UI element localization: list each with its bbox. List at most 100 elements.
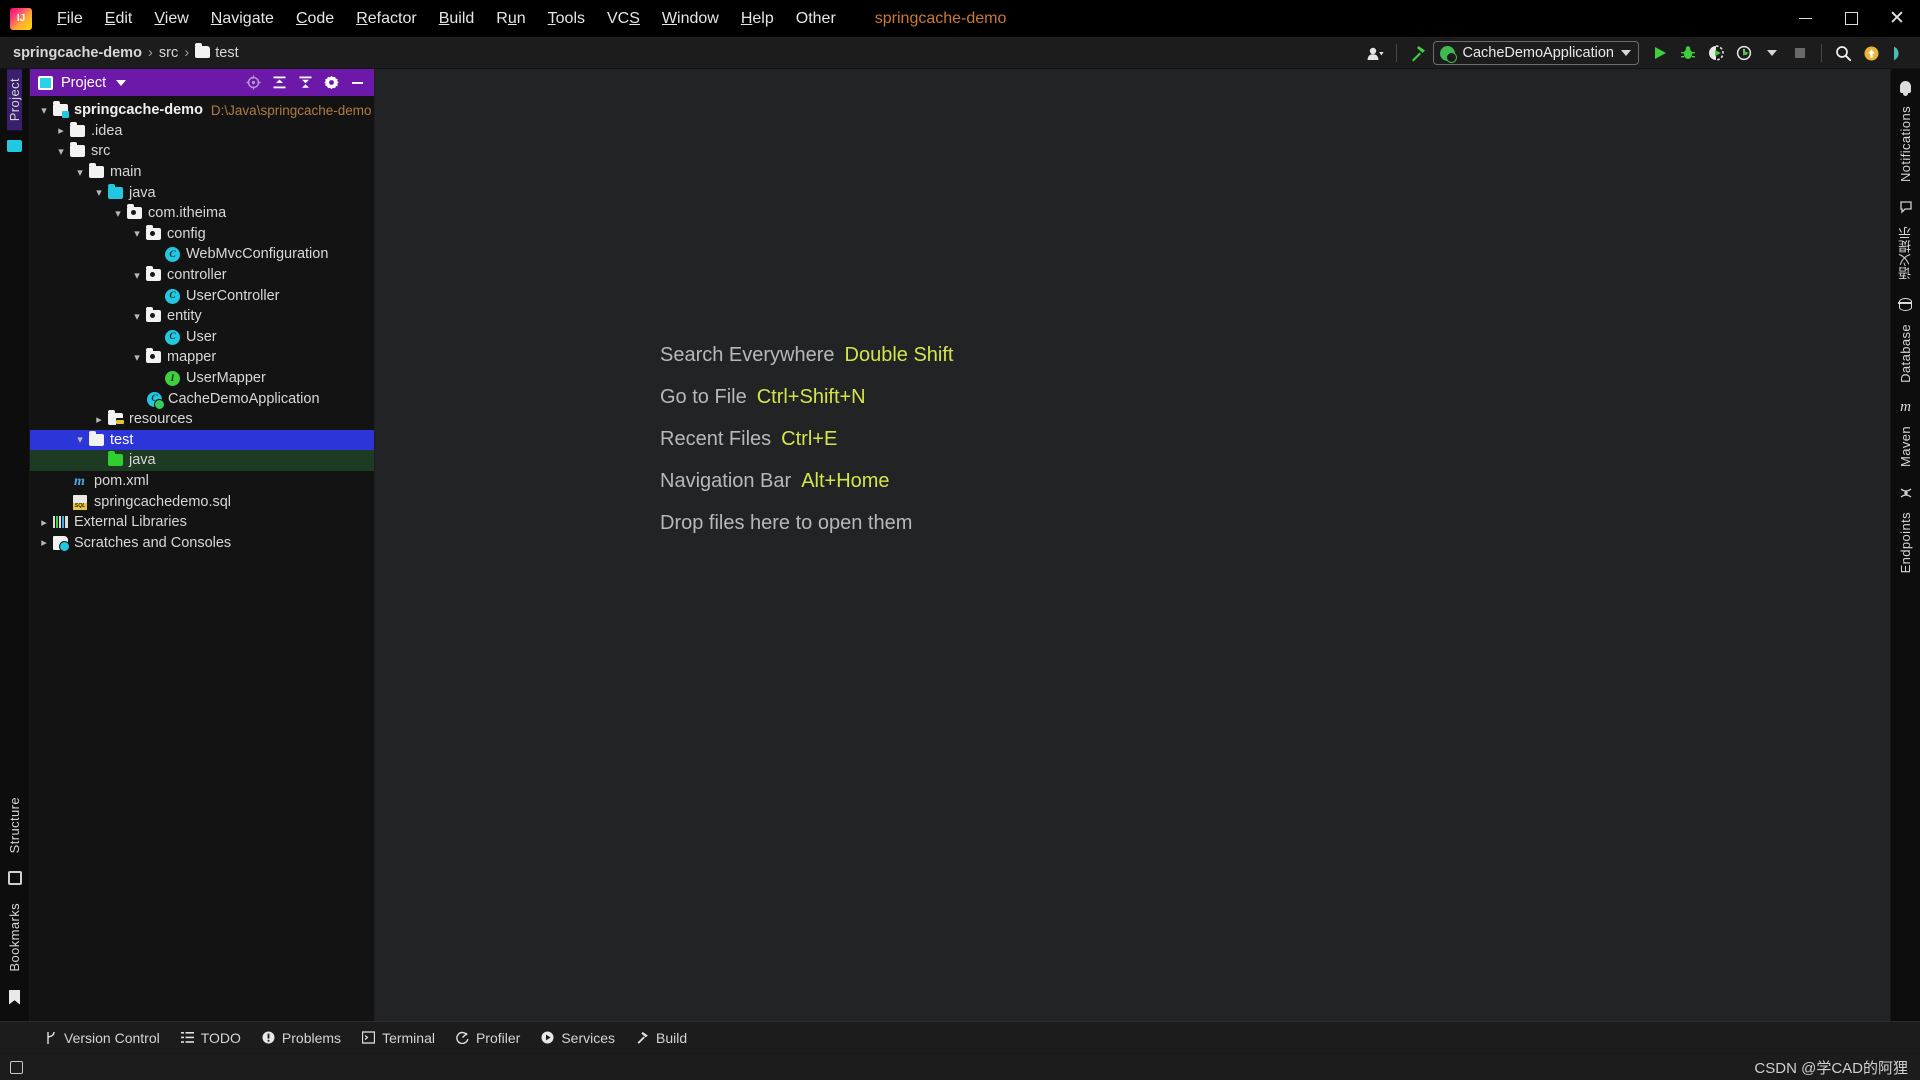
project-folder-icon[interactable] — [4, 135, 26, 157]
tree-row-idea[interactable]: ▸ .idea — [30, 121, 374, 142]
tree-row-resources[interactable]: ▸ resources — [30, 409, 374, 430]
bottom-tab-todo[interactable]: TODO — [171, 1027, 250, 1049]
chevron-down-icon[interactable]: ▾ — [53, 143, 69, 159]
run-with-coverage-button[interactable] — [1703, 40, 1729, 66]
collapse-all-button[interactable] — [294, 72, 316, 94]
menu-help[interactable]: Help — [730, 6, 785, 32]
chevron-down-icon[interactable] — [116, 80, 126, 86]
bottom-tab-services[interactable]: Services — [531, 1027, 624, 1049]
tree-row-class-user[interactable]: C User — [30, 327, 374, 348]
right-tab-endpoints[interactable]: Endpoints — [1895, 483, 1917, 582]
tree-row-package-mapper[interactable]: ▾ mapper — [30, 347, 374, 368]
menu-edit[interactable]: Edit — [94, 6, 144, 32]
chevron-down-icon[interactable]: ▾ — [129, 226, 145, 242]
tree-row-main[interactable]: ▾ main — [30, 162, 374, 183]
java-class-icon: C — [164, 246, 181, 262]
layout-toggle-icon[interactable] — [10, 1061, 23, 1074]
menu-refactor[interactable]: Refactor — [345, 6, 427, 32]
menu-vcs[interactable]: VCS — [596, 6, 651, 32]
settings-button[interactable] — [320, 72, 342, 94]
sidebar-tab-bookmarks[interactable]: Bookmarks — [7, 894, 22, 981]
tree-label: com.itheima — [148, 203, 226, 223]
menu-build[interactable]: Build — [428, 6, 486, 32]
bottom-tab-problems[interactable]: Problems — [252, 1027, 350, 1049]
menu-file[interactable]: File — [46, 6, 94, 32]
tree-row-package-config[interactable]: ▾ config — [30, 224, 374, 245]
hide-panel-button[interactable] — [346, 72, 368, 94]
expand-all-button[interactable] — [268, 72, 290, 94]
chevron-down-icon[interactable]: ▾ — [36, 102, 52, 118]
bottom-tab-build[interactable]: Build — [626, 1027, 696, 1049]
tree-row-class-webmvcconfiguration[interactable]: C WebMvcConfiguration — [30, 244, 374, 265]
tree-row-test-java[interactable]: java — [30, 450, 374, 471]
tree-row-external-libraries[interactable]: ▸ External Libraries — [30, 512, 374, 533]
tree-row-pom-xml[interactable]: m pom.xml — [30, 471, 374, 492]
chevron-down-icon[interactable]: ▾ — [110, 205, 126, 221]
menu-other[interactable]: Other — [785, 6, 847, 32]
breadcrumb-project[interactable]: springcache-demo — [10, 44, 145, 62]
menu-run[interactable]: Run — [485, 6, 536, 32]
bottom-tab-version-control[interactable]: Version Control — [34, 1027, 169, 1049]
chevron-right-icon[interactable]: ▸ — [53, 123, 69, 139]
build-project-button[interactable] — [1405, 40, 1431, 66]
editor-area[interactable]: Search EverywhereDouble Shift Go to File… — [375, 69, 1890, 1021]
chevron-down-icon[interactable]: ▾ — [91, 185, 107, 201]
profiler-dropdown-button[interactable] — [1759, 40, 1785, 66]
right-tab-notifications[interactable]: Notifications — [1895, 77, 1917, 191]
chevron-down-icon[interactable]: ▾ — [129, 308, 145, 324]
bottom-tab-profiler[interactable]: Profiler — [446, 1027, 529, 1049]
chevron-down-icon[interactable]: ▾ — [129, 267, 145, 283]
menu-tools[interactable]: Tools — [537, 6, 596, 32]
close-button[interactable]: ✕ — [1874, 0, 1920, 37]
window-title: springcache-demo — [875, 10, 1007, 28]
select-opened-file-button[interactable] — [242, 72, 264, 94]
tree-row-interface-usermapper[interactable]: I UserMapper — [30, 368, 374, 389]
maximize-button[interactable] — [1828, 0, 1874, 37]
chevron-down-icon[interactable]: ▾ — [72, 164, 88, 180]
tree-row-main-java[interactable]: ▾ java — [30, 182, 374, 203]
bottom-tab-terminal[interactable]: Terminal — [352, 1027, 444, 1049]
tree-row-test[interactable]: ▾ test — [30, 430, 374, 451]
right-tab-semantic-hint[interactable]: 语义提示 — [1895, 197, 1917, 289]
sidebar-tab-structure[interactable]: Structure — [7, 788, 22, 862]
sidebar-tab-project[interactable]: Project — [7, 69, 22, 130]
menu-code[interactable]: Code — [285, 6, 345, 32]
menu-navigate[interactable]: Navigate — [200, 6, 285, 32]
stop-button[interactable] — [1787, 40, 1813, 66]
chevron-right-icon[interactable]: ▸ — [91, 411, 107, 427]
structure-icon[interactable] — [4, 867, 26, 889]
chevron-right-icon[interactable]: ▸ — [36, 535, 52, 551]
menu-window[interactable]: Window — [651, 6, 730, 32]
project-tree[interactable]: ▾ springcache-demo D:\Java\springcache-d… — [30, 96, 374, 1021]
tree-row-springcachedemo-sql[interactable]: springcachedemo.sql — [30, 491, 374, 512]
tree-row-package-entity[interactable]: ▾ entity — [30, 306, 374, 327]
bookmarks-icon[interactable] — [4, 986, 26, 1008]
stop-square-icon — [1793, 46, 1807, 60]
debug-button[interactable] — [1675, 40, 1701, 66]
package-icon — [145, 226, 162, 242]
profiler-button[interactable] — [1731, 40, 1757, 66]
right-tab-database[interactable]: Database — [1895, 295, 1917, 392]
ide-assistant-button[interactable] — [1886, 40, 1912, 66]
tree-row-scratches-and-consoles[interactable]: ▸ Scratches and Consoles — [30, 532, 374, 553]
menu-view[interactable]: View — [143, 6, 199, 32]
tree-row-package-controller[interactable]: ▾ controller — [30, 265, 374, 286]
right-tab-maven[interactable]: m Maven — [1895, 397, 1917, 476]
tree-row-springcache-demo[interactable]: ▾ springcache-demo D:\Java\springcache-d… — [30, 100, 374, 121]
updates-button[interactable] — [1858, 40, 1884, 66]
chevron-right-icon[interactable]: ▸ — [36, 514, 52, 530]
run-button[interactable] — [1647, 40, 1673, 66]
search-everywhere-button[interactable] — [1830, 40, 1856, 66]
account-button[interactable] — [1362, 40, 1388, 66]
tree-label: entity — [167, 306, 202, 326]
breadcrumb-test[interactable]: test — [192, 44, 241, 62]
tree-row-class-usercontroller[interactable]: C UserController — [30, 285, 374, 306]
minimize-button[interactable] — [1782, 0, 1828, 37]
chevron-down-icon[interactable]: ▾ — [72, 432, 88, 448]
breadcrumb-src[interactable]: src — [156, 44, 181, 62]
tree-row-src[interactable]: ▾ src — [30, 141, 374, 162]
chevron-down-icon[interactable]: ▾ — [129, 349, 145, 365]
tree-row-package-com-itheima[interactable]: ▾ com.itheima — [30, 203, 374, 224]
tree-row-class-cachedemoapplication[interactable]: C CacheDemoApplication — [30, 388, 374, 409]
run-configuration-selector[interactable]: CacheDemoApplication — [1433, 41, 1639, 65]
